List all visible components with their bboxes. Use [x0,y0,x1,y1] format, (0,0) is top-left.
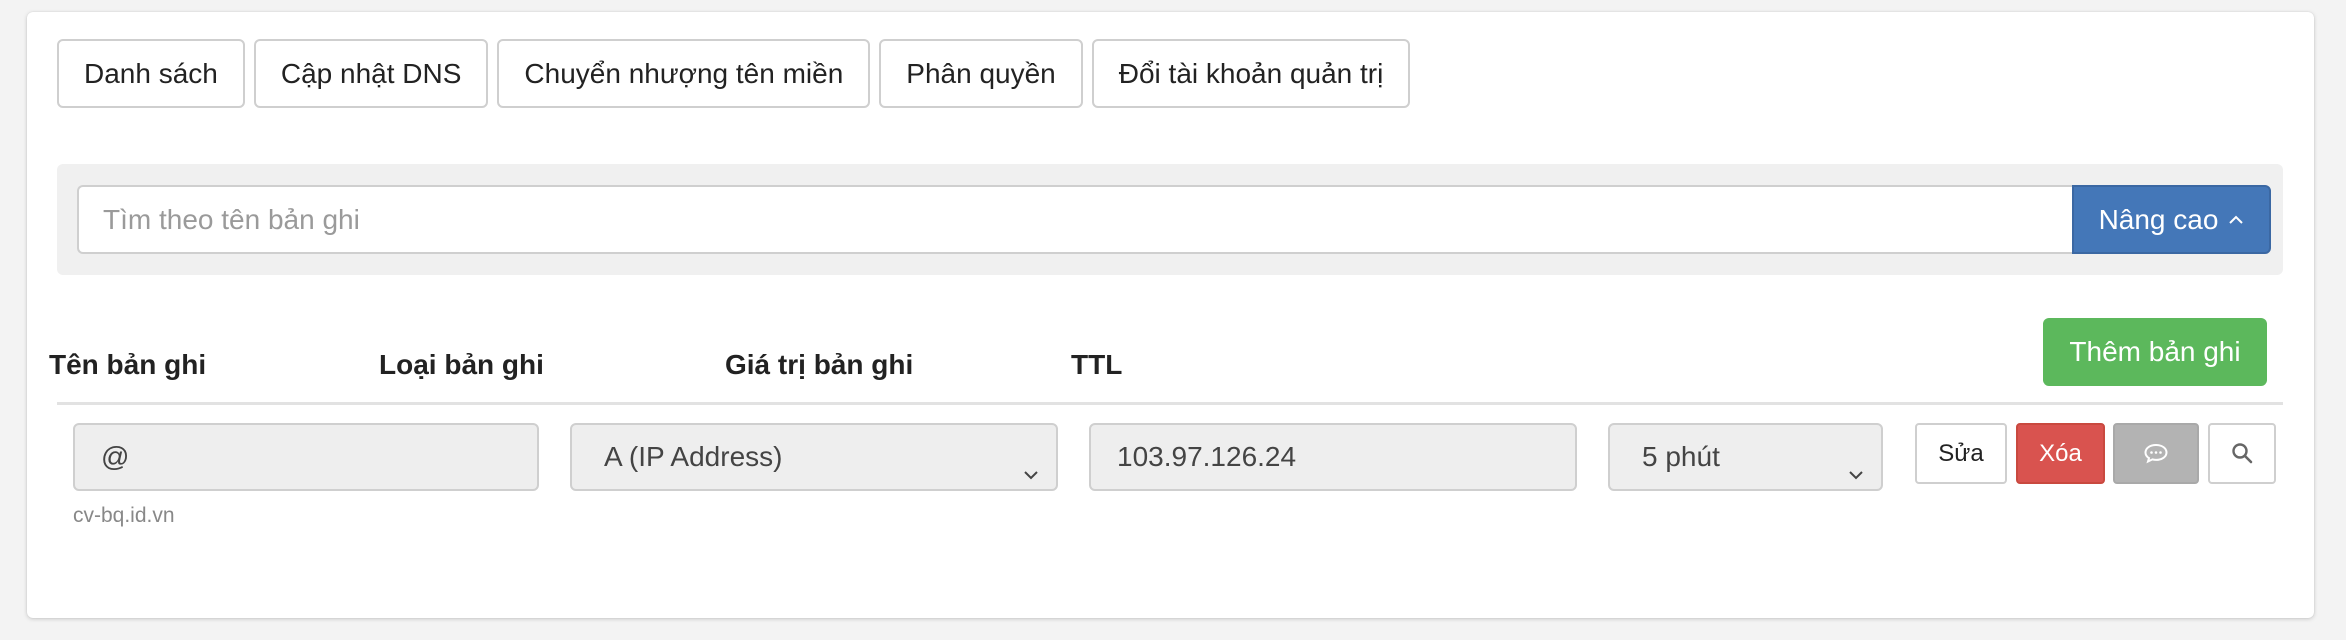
record-value-text: 103.97.126.24 [1117,441,1297,472]
lookup-button[interactable] [2208,423,2276,484]
tab-update-dns[interactable]: Cập nhật DNS [253,39,489,108]
tab-transfer-domain[interactable]: Chuyển nhượng tên miền [497,39,871,108]
record-name-field[interactable]: @ [73,423,539,491]
search-bar: Tìm theo tên bản ghi Nâng cao [57,164,2283,275]
record-type-select[interactable]: A (IP Address) [570,423,1058,491]
tab-list[interactable]: Danh sách [57,39,245,108]
record-name-value: @ [101,441,130,472]
column-header-ttl: TTL [1071,349,1123,380]
chevron-down-icon [1020,445,1042,480]
record-type-value: A (IP Address) [604,441,783,472]
search-icon [2230,440,2254,467]
search-input[interactable]: Tìm theo tên bản ghi [77,185,2072,254]
ttl-value: 5 phút [1642,441,1720,472]
comment-button[interactable] [2113,423,2199,484]
advanced-search-label: Nâng cao [2098,204,2219,235]
chevron-up-icon [2228,188,2244,253]
add-record-button[interactable]: Thêm bản ghi [2043,318,2267,386]
column-header-value: Giá trị bản ghi [725,349,914,380]
dns-records-panel: Danh sách Cập nhật DNS Chuyển nhượng tên… [27,12,2314,618]
record-value-field[interactable]: 103.97.126.24 [1089,423,1577,491]
tab-bar: Danh sách Cập nhật DNS Chuyển nhượng tên… [57,39,1411,108]
tab-permissions[interactable]: Phân quyền [879,39,1083,108]
delete-button[interactable]: Xóa [2016,423,2105,484]
tab-change-admin[interactable]: Đổi tài khoản quản trị [1091,39,1411,108]
chevron-down-icon [1845,445,1867,480]
column-header-type: Loại bản ghi [379,349,544,380]
edit-button[interactable]: Sửa [1915,423,2007,484]
record-name-hint: cv-bq.id.vn [73,504,175,527]
advanced-search-button[interactable]: Nâng cao [2072,185,2271,254]
comment-icon [2143,440,2169,467]
header-divider [57,402,2283,405]
column-header-name: Tên bản ghi [49,349,207,380]
ttl-select[interactable]: 5 phút [1608,423,1883,491]
